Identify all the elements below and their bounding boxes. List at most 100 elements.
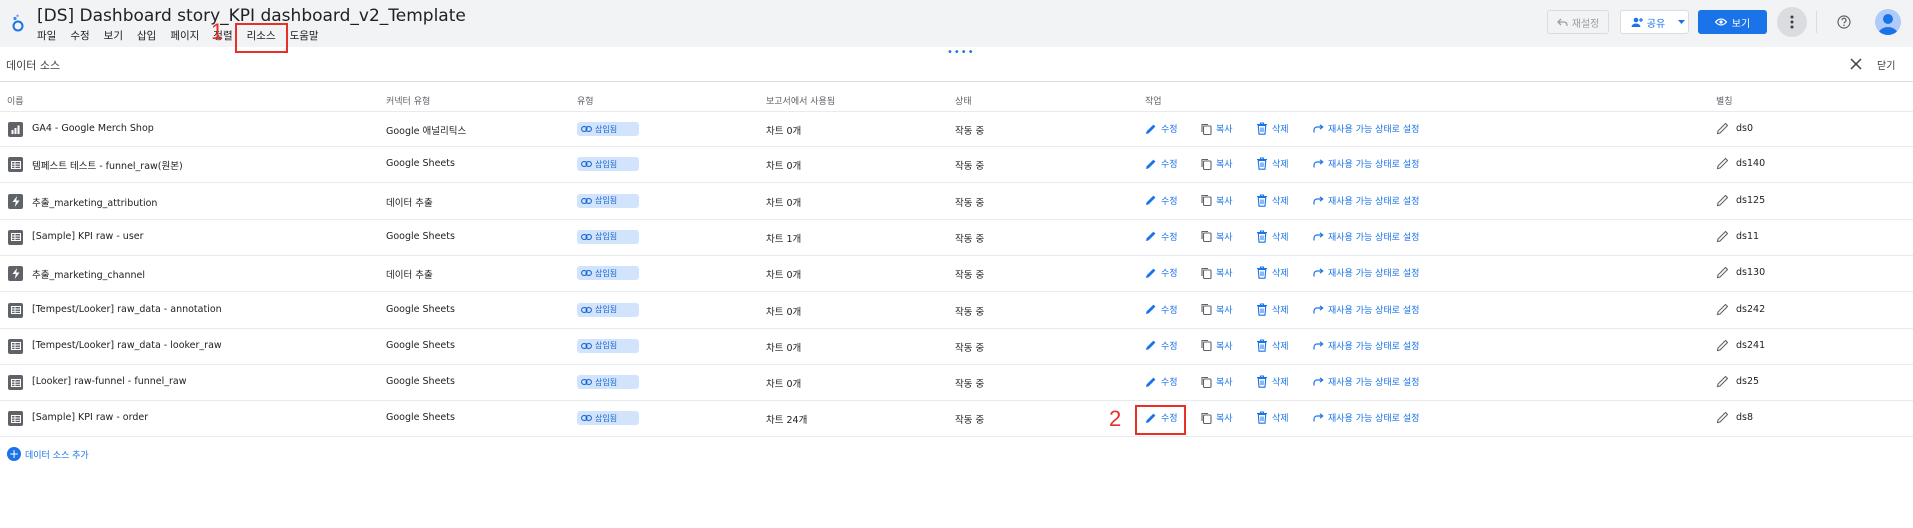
menu-insert[interactable]: 삽입 (137, 29, 156, 45)
alias-field[interactable]: ds125 (1716, 194, 1765, 207)
edit-button[interactable]: 수정 (1145, 339, 1178, 352)
copy-button[interactable]: 복사 (1200, 375, 1233, 388)
status-text: 작동 중 (955, 306, 985, 318)
looker-studio-logo-icon[interactable] (10, 14, 26, 32)
copy-button[interactable]: 복사 (1200, 122, 1233, 135)
edit-button[interactable]: 수정 (1145, 303, 1178, 316)
source-type-icon (8, 193, 23, 209)
link-icon (581, 197, 592, 204)
alias-field[interactable]: ds8 (1716, 411, 1753, 424)
charts-used: 차트 0개 (766, 342, 802, 354)
sheet-grid-icon (10, 306, 21, 314)
embedded-badge-label: 삽입됨 (595, 268, 618, 278)
set-reusable-button[interactable]: 재사용 가능 상태로 설정 (1313, 157, 1419, 170)
reset-button[interactable]: 재설정 (1547, 10, 1609, 34)
close-icon[interactable] (1850, 58, 1862, 70)
copy-button[interactable]: 복사 (1200, 339, 1233, 352)
help-button[interactable] (1834, 12, 1854, 32)
set-reusable-button[interactable]: 재사용 가능 상태로 설정 (1313, 411, 1419, 424)
source-name[interactable]: 추출_marketing_attribution (32, 195, 157, 209)
source-name[interactable]: GA4 - Google Merch Shop (32, 123, 154, 134)
add-data-source-button[interactable]: + 데이터 소스 추가 (7, 447, 89, 461)
alias-field[interactable]: ds25 (1716, 375, 1759, 388)
set-reusable-label: 재사용 가능 상태로 설정 (1328, 341, 1420, 352)
embedded-badge-label: 삽입됨 (595, 413, 618, 423)
copy-button[interactable]: 복사 (1200, 303, 1233, 316)
delete-button[interactable]: 삭제 (1256, 266, 1289, 279)
delete-button[interactable]: 삭제 (1256, 339, 1289, 352)
embedded-badge: 삽입됨 (577, 193, 639, 208)
edit-button[interactable]: 수정 (1145, 266, 1178, 279)
copy-button[interactable]: 복사 (1200, 157, 1233, 170)
source-name[interactable]: [Sample] KPI raw - order (32, 412, 148, 423)
edit-alias-icon (1716, 339, 1729, 351)
panel-resize-handle[interactable]: •••• (947, 48, 975, 58)
alias-field[interactable]: ds0 (1716, 122, 1753, 135)
source-name[interactable]: [Looker] raw-funnel - funnel_raw (32, 376, 187, 387)
edit-button[interactable]: 수정 (1145, 194, 1178, 207)
edit-button[interactable]: 수정 (1145, 157, 1178, 170)
set-reusable-button[interactable]: 재사용 가능 상태로 설정 (1313, 303, 1419, 316)
status-text: 작동 중 (955, 233, 985, 245)
edit-alias-icon (1716, 230, 1729, 243)
source-name[interactable]: [Sample] KPI raw - user (32, 231, 144, 242)
set-reusable-button[interactable]: 재사용 가능 상태로 설정 (1313, 194, 1419, 207)
alias-field[interactable]: ds130 (1716, 266, 1765, 279)
close-button[interactable]: 닫기 (1877, 57, 1895, 72)
menu-page[interactable]: 페이지 (170, 29, 199, 45)
add-person-icon (1631, 17, 1643, 27)
copy-button[interactable]: 복사 (1200, 230, 1233, 243)
copy-button[interactable]: 복사 (1200, 411, 1233, 424)
alias-field[interactable]: ds242 (1716, 303, 1765, 316)
alias-field[interactable]: ds241 (1716, 339, 1765, 352)
copy-label: 복사 (1216, 305, 1233, 316)
account-icon (1878, 14, 1898, 35)
share-button[interactable]: 공유 (1620, 10, 1676, 34)
delete-button[interactable]: 삭제 (1256, 302, 1289, 316)
edit-button[interactable]: 수정 (1145, 375, 1178, 388)
source-name[interactable]: 추출_marketing_channel (32, 267, 145, 281)
set-reusable-button[interactable]: 재사용 가능 상태로 설정 (1313, 375, 1419, 388)
set-reusable-button[interactable]: 재사용 가능 상태로 설정 (1313, 122, 1419, 135)
source-name[interactable]: 템페스트 테스트 - funnel_raw(원본) (32, 158, 183, 172)
delete-button[interactable]: 삭제 (1256, 375, 1289, 388)
delete-button[interactable]: 삭제 (1256, 194, 1289, 207)
source-name[interactable]: [Tempest/Looker] raw_data - annotation (32, 304, 222, 315)
help-icon (1837, 15, 1851, 29)
set-reusable-button[interactable]: 재사용 가능 상태로 설정 (1313, 266, 1419, 279)
source-name[interactable]: [Tempest/Looker] raw_data - looker_raw (32, 340, 222, 351)
copy-label: 복사 (1216, 378, 1233, 389)
set-reusable-button[interactable]: 재사용 가능 상태로 설정 (1313, 230, 1419, 243)
more-options-button[interactable] (1777, 7, 1807, 37)
alias-field[interactable]: ds140 (1716, 157, 1765, 170)
edit-label: 수정 (1161, 269, 1178, 280)
alias-text: ds125 (1736, 194, 1766, 206)
edit-button[interactable]: 수정 (1145, 230, 1178, 243)
view-button[interactable]: 보기 (1698, 10, 1767, 34)
charts-used: 차트 0개 (766, 379, 802, 391)
table-row: 추출_marketing_attribution 데이터 추출 삽입됨 차트 0… (0, 184, 1913, 220)
edit-button[interactable]: 수정 (1145, 122, 1178, 135)
set-reusable-button[interactable]: 재사용 가능 상태로 설정 (1313, 339, 1419, 352)
edit-label: 수정 (1161, 341, 1178, 352)
delete-button[interactable]: 삭제 (1256, 230, 1289, 243)
menu-help[interactable]: 도움말 (290, 29, 319, 45)
column-header-type: 유형 (577, 97, 594, 107)
embedded-badge: 삽입됨 (577, 338, 639, 353)
menu-edit[interactable]: 수정 (70, 29, 89, 45)
sheet-grid-icon (10, 233, 21, 242)
delete-label: 삭제 (1272, 378, 1289, 389)
delete-button[interactable]: 삭제 (1256, 157, 1289, 170)
share-dropdown-button[interactable] (1675, 10, 1689, 34)
embedded-badge-label: 삽입됨 (595, 377, 618, 387)
pencil-icon (1146, 340, 1156, 351)
menu-file[interactable]: 파일 (37, 29, 56, 45)
menu-view[interactable]: 보기 (104, 29, 123, 45)
copy-button[interactable]: 복사 (1200, 194, 1233, 207)
copy-button[interactable]: 복사 (1200, 266, 1233, 279)
pencil-icon (1146, 231, 1156, 242)
avatar[interactable] (1875, 9, 1901, 35)
alias-field[interactable]: ds11 (1716, 230, 1759, 243)
delete-button[interactable]: 삭제 (1256, 122, 1289, 135)
delete-button[interactable]: 삭제 (1256, 411, 1289, 424)
